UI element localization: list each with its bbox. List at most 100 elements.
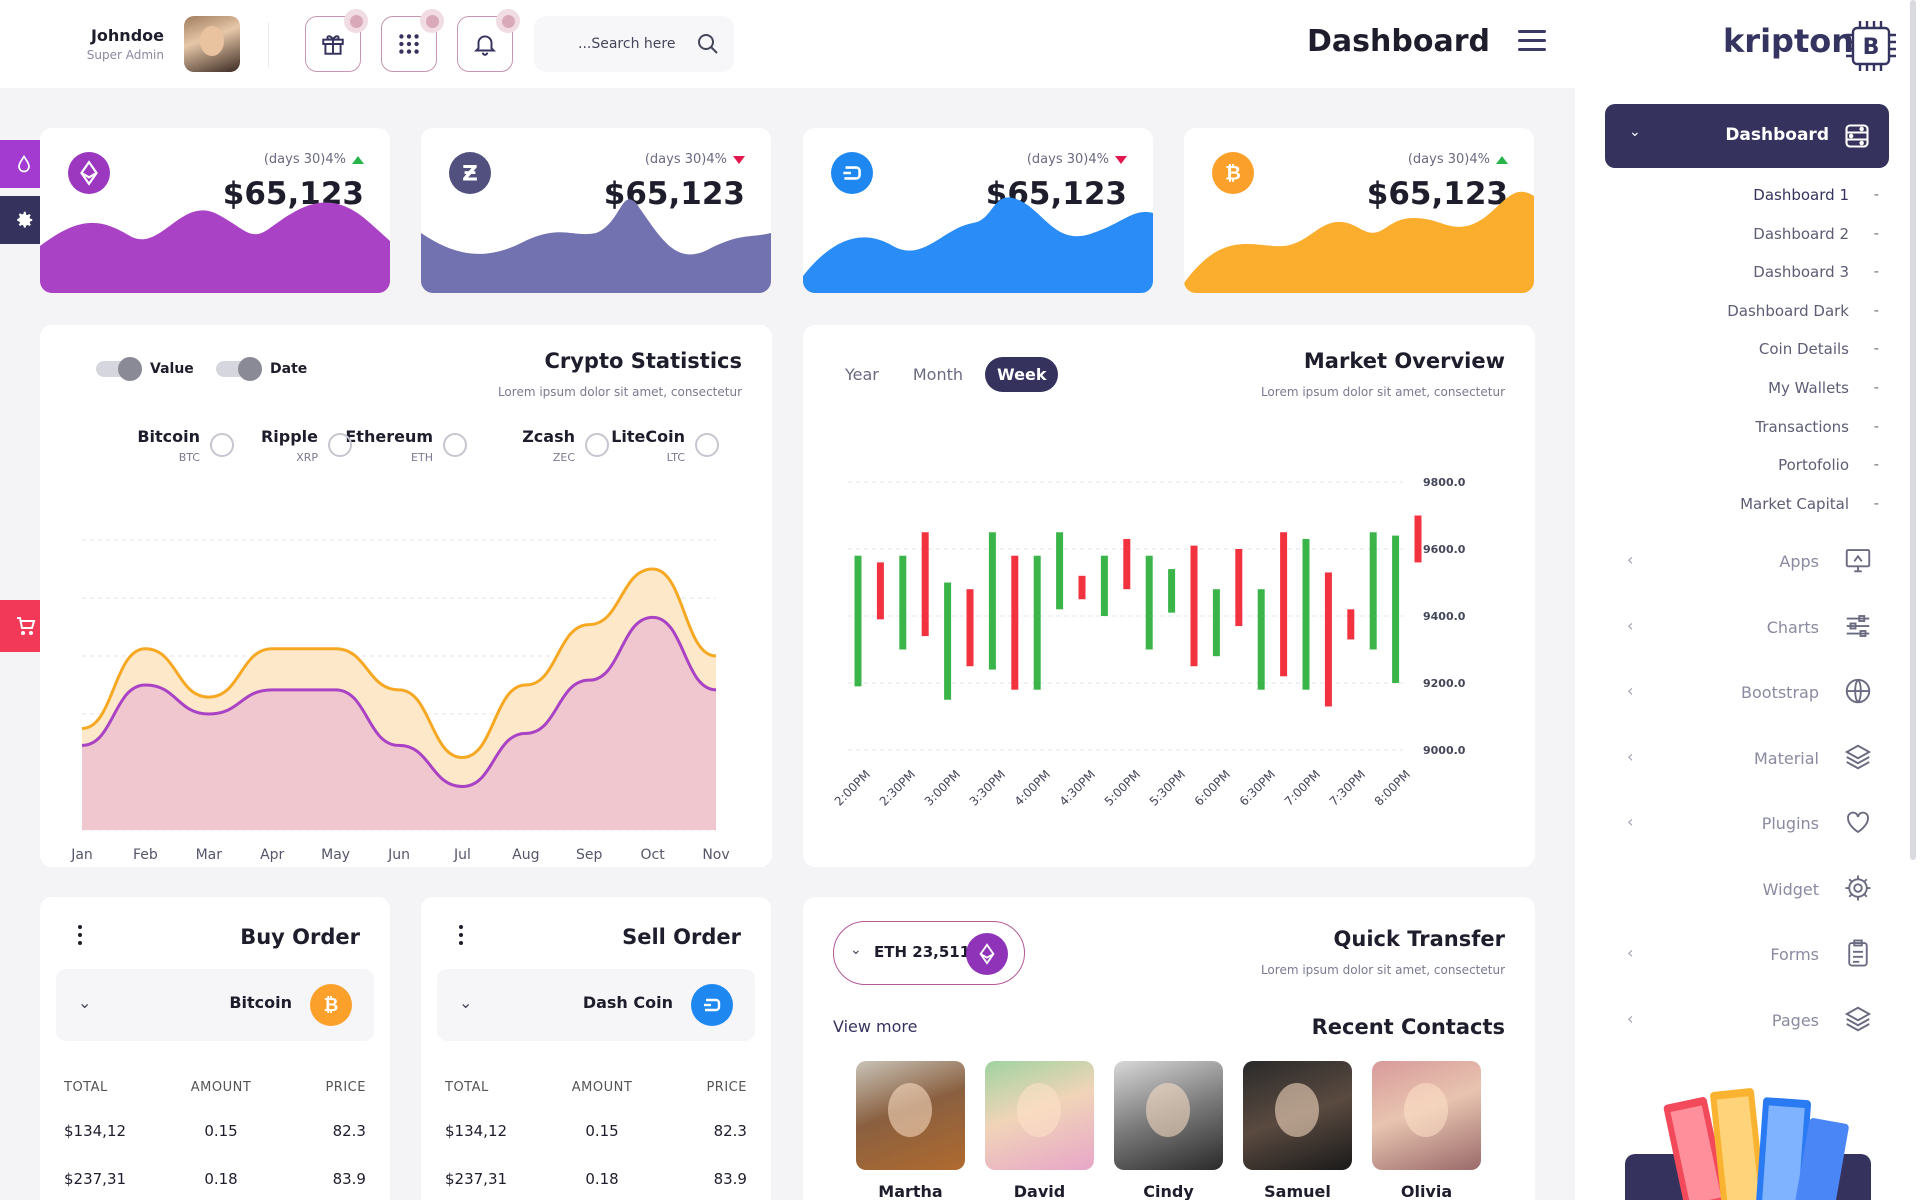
- sidebar-item-label: Bootstrap: [1741, 683, 1819, 702]
- radio-button[interactable]: [585, 433, 609, 457]
- contact-photo[interactable]: [1243, 1061, 1352, 1170]
- y-tick-label: 9200.0: [1423, 677, 1466, 690]
- coin-filter-eth[interactable]: Ethereum ETH: [345, 427, 467, 477]
- more-options-icon[interactable]: [78, 925, 84, 949]
- radio-button[interactable]: [328, 433, 352, 457]
- submenu-item-label: Portofolio: [1778, 456, 1849, 475]
- view-more-link[interactable]: View more: [833, 1017, 918, 1036]
- brand-name[interactable]: kripton: [1723, 22, 1854, 60]
- submenu-item[interactable]: Dashboard Dark -: [1605, 294, 1889, 333]
- contact-photo[interactable]: [1372, 1061, 1481, 1170]
- books-illustration: [1625, 1088, 1871, 1200]
- avatar[interactable]: [184, 16, 240, 72]
- toggle-switch[interactable]: [216, 357, 262, 381]
- x-tick-label: 2:00PM: [832, 767, 873, 808]
- coin-select[interactable]: ⌄ Bitcoin ₿: [56, 969, 374, 1041]
- search-icon[interactable]: [696, 32, 720, 56]
- sidebar-item-apps[interactable]: ‹ Apps: [1605, 530, 1889, 596]
- sparkline-fill: [803, 197, 1153, 293]
- droplet-icon: [18, 154, 30, 173]
- x-tick-label: Nov: [702, 847, 729, 863]
- ethereum-stat-card[interactable]: (days 30)4% $65,123: [40, 128, 390, 293]
- contact-card[interactable]: David: [985, 1061, 1094, 1200]
- more-options-icon[interactable]: [459, 925, 465, 949]
- tab-week[interactable]: Week: [985, 357, 1059, 392]
- candle: [1056, 532, 1064, 610]
- sparkline-area: [421, 199, 771, 293]
- contact-photo[interactable]: [1114, 1061, 1223, 1170]
- x-tick-label: Feb: [133, 847, 158, 863]
- panel-subtitle: Lorem ipsum dolor sit amet, consectetur: [1260, 963, 1505, 977]
- submenu-item[interactable]: My Wallets -: [1605, 371, 1889, 410]
- coin-filter-zec[interactable]: Zcash ZEC: [489, 427, 609, 477]
- submenu-item[interactable]: Dashboard 1 -: [1605, 178, 1889, 217]
- header-divider: [268, 22, 269, 68]
- coin-select[interactable]: ⌄ Dash Coin: [437, 969, 755, 1041]
- contact-card[interactable]: Cindy: [1114, 1061, 1223, 1200]
- toggle-switch[interactable]: [96, 357, 142, 381]
- coin-filter-ltc[interactable]: LiteCoin LTC: [599, 427, 719, 477]
- date-toggle[interactable]: Date: [216, 357, 307, 381]
- sidebar-item-forms[interactable]: ‹ Forms: [1605, 923, 1889, 989]
- apps-grid-button[interactable]: [381, 9, 444, 72]
- zcash-stat-card[interactable]: Ƶ (days 30)4% $65,123: [421, 128, 771, 293]
- sidebar-item-dashboard[interactable]: ⌄ Dashboard: [1605, 104, 1889, 168]
- submenu-item[interactable]: Dashboard 3 -: [1605, 255, 1889, 294]
- value-toggle[interactable]: Value: [96, 357, 194, 381]
- sidebar-item-label: Plugins: [1761, 814, 1819, 833]
- tab-month[interactable]: Month: [901, 357, 975, 392]
- submenu-item[interactable]: Market Capital -: [1605, 487, 1889, 526]
- column-header: AMOUNT: [190, 1079, 252, 1095]
- contact-card[interactable]: Samuel: [1243, 1061, 1352, 1200]
- contact-card[interactable]: Olivia: [1372, 1061, 1481, 1200]
- radio-button[interactable]: [695, 433, 719, 457]
- candle: [1280, 532, 1288, 677]
- table-row[interactable]: $237,31 0.18 83.9: [64, 1155, 366, 1200]
- x-tick-label: Sep: [576, 847, 603, 863]
- submenu-item[interactable]: Transactions -: [1605, 410, 1889, 449]
- radio-button[interactable]: [210, 433, 234, 457]
- sidebar-item-label: Dashboard: [1725, 125, 1829, 145]
- submenu-item-mark: -: [1873, 455, 1879, 474]
- sidebar-menu: ‹ Apps ‹ Charts ‹ Bootstrap ‹ Material ‹ Plugins W…: [1605, 530, 1889, 1054]
- submenu-item[interactable]: Coin Details -: [1605, 332, 1889, 371]
- coin-filter-xrp[interactable]: Ripple XRP: [232, 427, 352, 477]
- coin-filter-btc[interactable]: Bitcoin BTC: [114, 427, 234, 477]
- wallet-balance: ETH 23,511: [874, 943, 971, 961]
- table-cell: $237,31: [64, 1170, 127, 1188]
- table-row[interactable]: $134,12 0.15 82.3: [445, 1107, 747, 1155]
- table-row[interactable]: $134,12 0.15 82.3: [64, 1107, 366, 1155]
- panel-title: Buy Order: [240, 925, 360, 949]
- sidebar-item-plugins[interactable]: ‹ Plugins: [1605, 792, 1889, 858]
- notification-button[interactable]: [457, 9, 520, 72]
- sidebar-item-charts[interactable]: ‹ Charts: [1605, 596, 1889, 662]
- wallet-select[interactable]: ⌄ ETH 23,511: [833, 921, 1025, 985]
- bitcoin-stat-card[interactable]: ₿ (days 30)4% $65,123: [1184, 128, 1534, 293]
- submenu-item-label: Dashboard Dark: [1727, 301, 1849, 320]
- contact-card[interactable]: Martha: [856, 1061, 965, 1200]
- menu-toggle-button[interactable]: [1518, 30, 1546, 54]
- gear-icon: [17, 211, 33, 228]
- candle: [1392, 535, 1400, 683]
- submenu-item-label: Dashboard 1: [1753, 186, 1849, 204]
- table-row[interactable]: $237,31 0.18 83.9: [445, 1155, 747, 1200]
- sparkline-area: [40, 202, 390, 293]
- gift-button[interactable]: [305, 9, 368, 72]
- submenu-item-label: Dashboard 2: [1753, 224, 1849, 243]
- sidebar-item-bootstrap[interactable]: ‹ Bootstrap: [1605, 661, 1889, 727]
- contact-photo[interactable]: [985, 1061, 1094, 1170]
- search-input[interactable]: [534, 16, 694, 72]
- sidebar-item-pages[interactable]: ‹ Pages: [1605, 989, 1889, 1055]
- contact-photo[interactable]: [856, 1061, 965, 1170]
- dash-stat-card[interactable]: (days 30)4% $65,123: [803, 128, 1153, 293]
- sidebar-scrollbar[interactable]: [1908, 0, 1918, 1200]
- radio-button[interactable]: [443, 433, 467, 457]
- contact-name: Cindy: [1143, 1182, 1194, 1200]
- sidebar-item-material[interactable]: ‹ Material: [1605, 727, 1889, 793]
- sidebar-item-widget[interactable]: Widget: [1605, 858, 1889, 924]
- user-info[interactable]: Johndoe Super Admin: [80, 26, 164, 62]
- submenu-item[interactable]: Portofolio -: [1605, 448, 1889, 487]
- x-tick-label: Mar: [196, 847, 223, 863]
- submenu-item[interactable]: Dashboard 2 -: [1605, 217, 1889, 256]
- tab-year[interactable]: Year: [833, 357, 891, 392]
